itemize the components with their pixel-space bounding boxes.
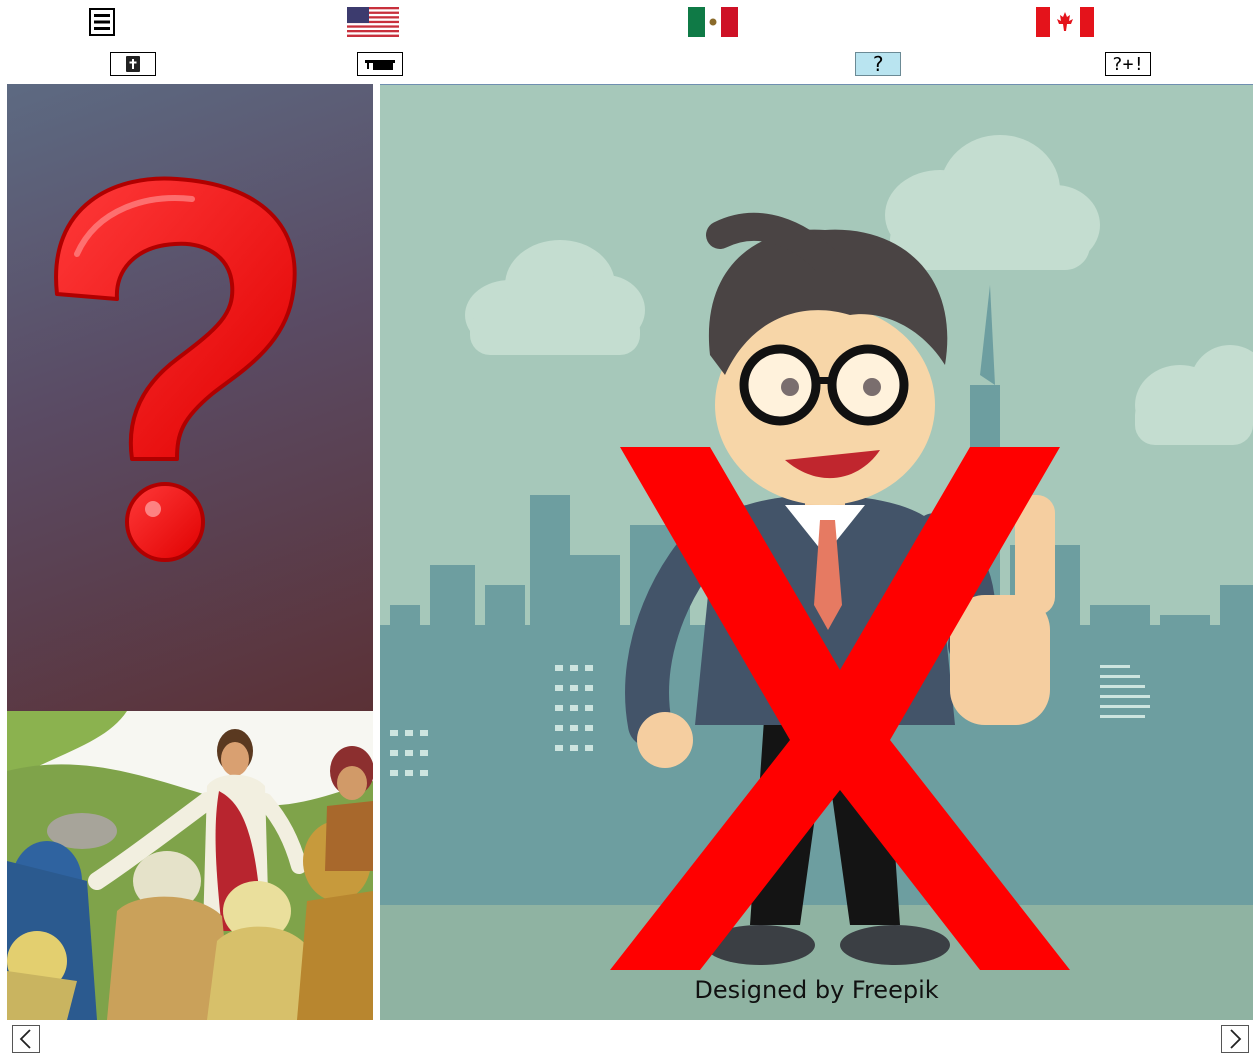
red-question-mark-icon: [54, 176, 297, 562]
teacher-button[interactable]: [357, 52, 403, 76]
bible-button[interactable]: [110, 52, 156, 76]
menu-button[interactable]: [89, 8, 115, 36]
hamburger-menu-icon: [89, 8, 115, 36]
question-exclaim-button[interactable]: ?+!: [1105, 52, 1151, 76]
previous-button[interactable]: [12, 1025, 40, 1053]
jesus-with-disciples-illustration: [7, 711, 373, 1020]
mexico-flag[interactable]: [688, 7, 738, 37]
chevron-right-icon: [1230, 1029, 1242, 1049]
question-panel: [7, 84, 373, 711]
chevron-left-icon: [19, 1029, 31, 1049]
next-button[interactable]: [1221, 1025, 1249, 1053]
bible-icon: [126, 56, 140, 72]
graduation-cap-icon: [365, 60, 395, 70]
canada-flag[interactable]: [1036, 7, 1094, 37]
us-flag[interactable]: [347, 7, 399, 37]
question-button[interactable]: ?: [855, 52, 901, 76]
businessman-thumbs-up-crossed-out-illustration: Designed by Freepik: [380, 84, 1253, 1020]
image-credit: Designed by Freepik: [694, 976, 939, 1004]
